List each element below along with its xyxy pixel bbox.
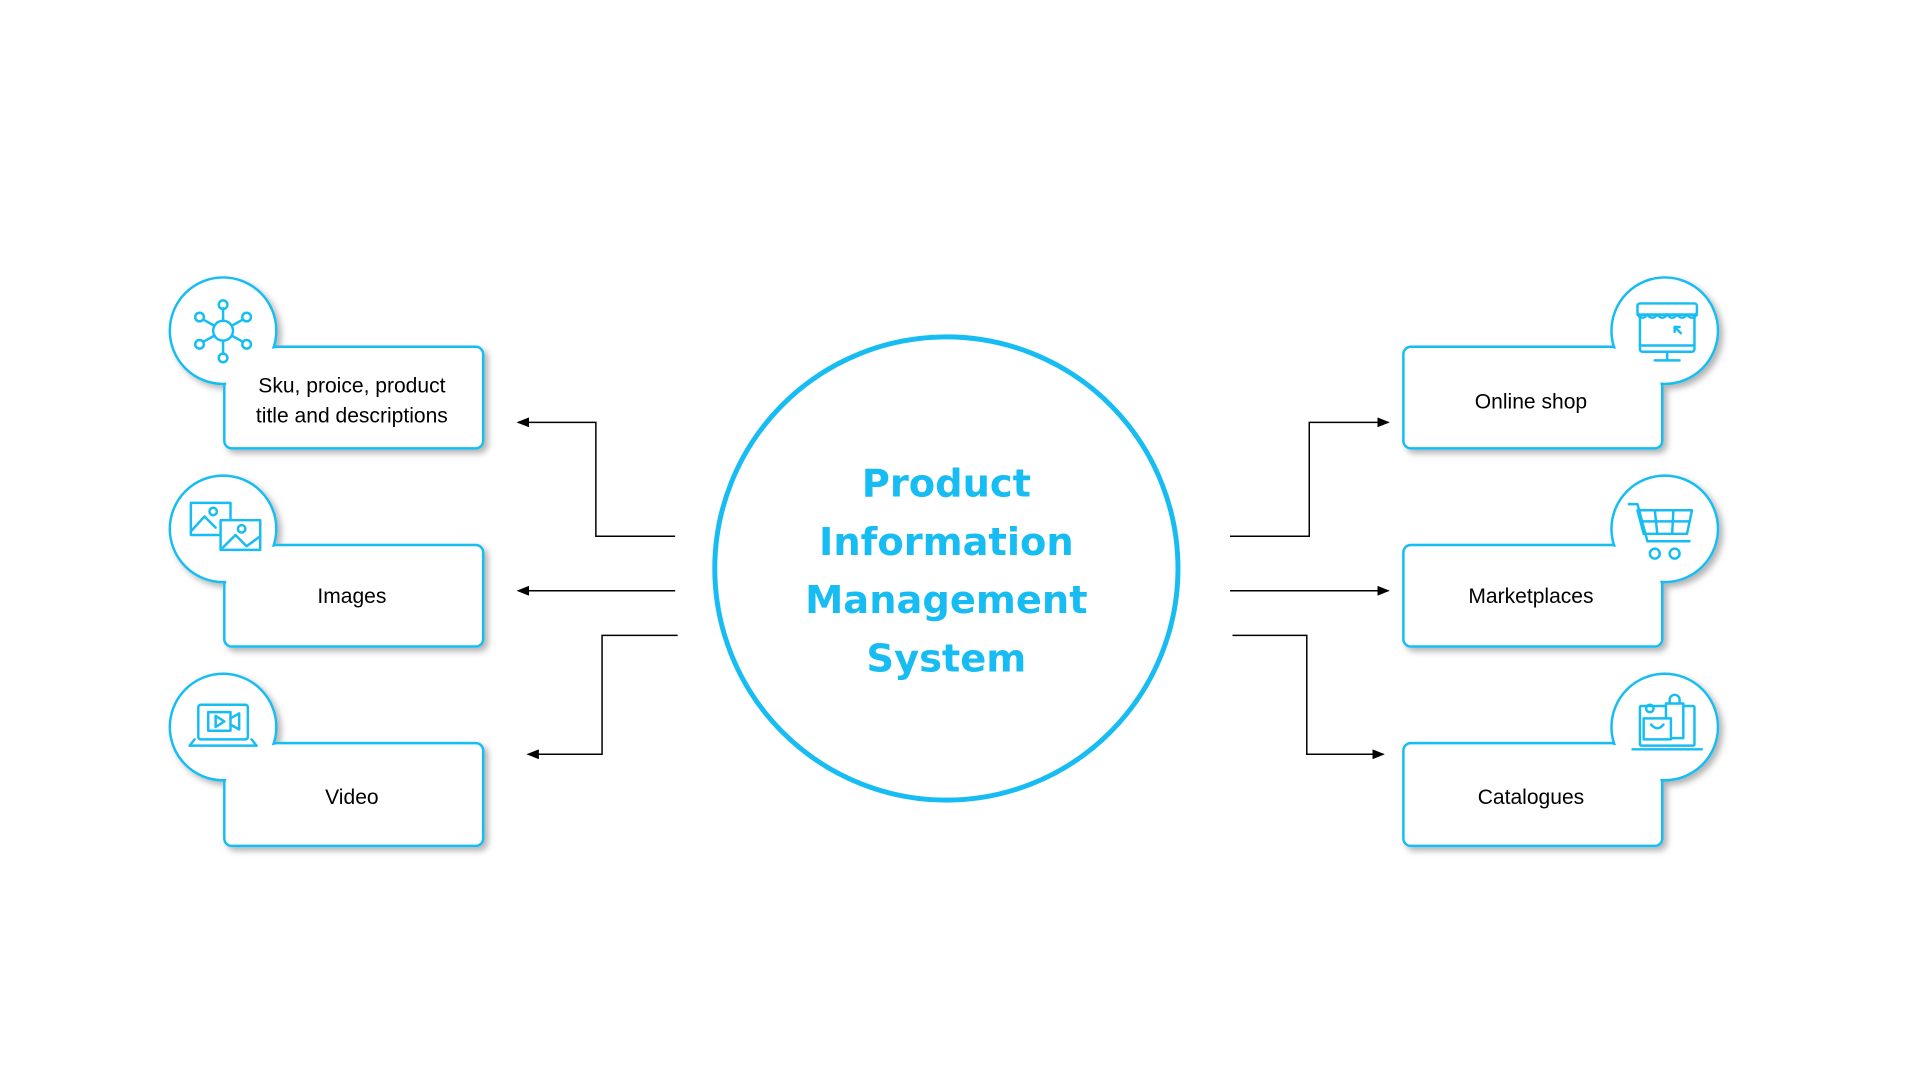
center-title-line-1: Product (862, 462, 1031, 507)
center-title-line-3: Management (805, 578, 1087, 623)
card-label-line-2: title and descriptions (256, 404, 448, 427)
card-label: Images (317, 585, 386, 608)
pim-center-circle: Product Information Management System (712, 334, 1181, 803)
arrow-to-catalogues (1232, 634, 1385, 760)
card-label: Catalogues (1478, 786, 1584, 809)
pim-diagram: Product Information Management System Sk… (168, 276, 1720, 848)
card-label-line-1: Sku, proice, product (258, 375, 445, 398)
card-label: Video (325, 786, 378, 809)
output-card-online-shop: Online shop (1402, 276, 1720, 450)
card-label: Online shop (1475, 391, 1587, 414)
center-title-line-2: Information (819, 520, 1074, 565)
arrow-to-sku (516, 417, 676, 538)
input-card-sku: Sku, proice, product title and descripti… (168, 276, 485, 450)
arrow-to-video (526, 634, 678, 760)
input-card-video: Video (168, 672, 485, 848)
card-label: Marketplaces (1468, 585, 1593, 608)
center-title-line-4: System (866, 636, 1026, 681)
output-card-catalogues: Catalogues (1402, 672, 1720, 848)
arrow-to-online-shop (1230, 417, 1390, 538)
output-card-marketplaces: Marketplaces (1402, 474, 1720, 648)
input-card-images: Images (168, 474, 485, 648)
